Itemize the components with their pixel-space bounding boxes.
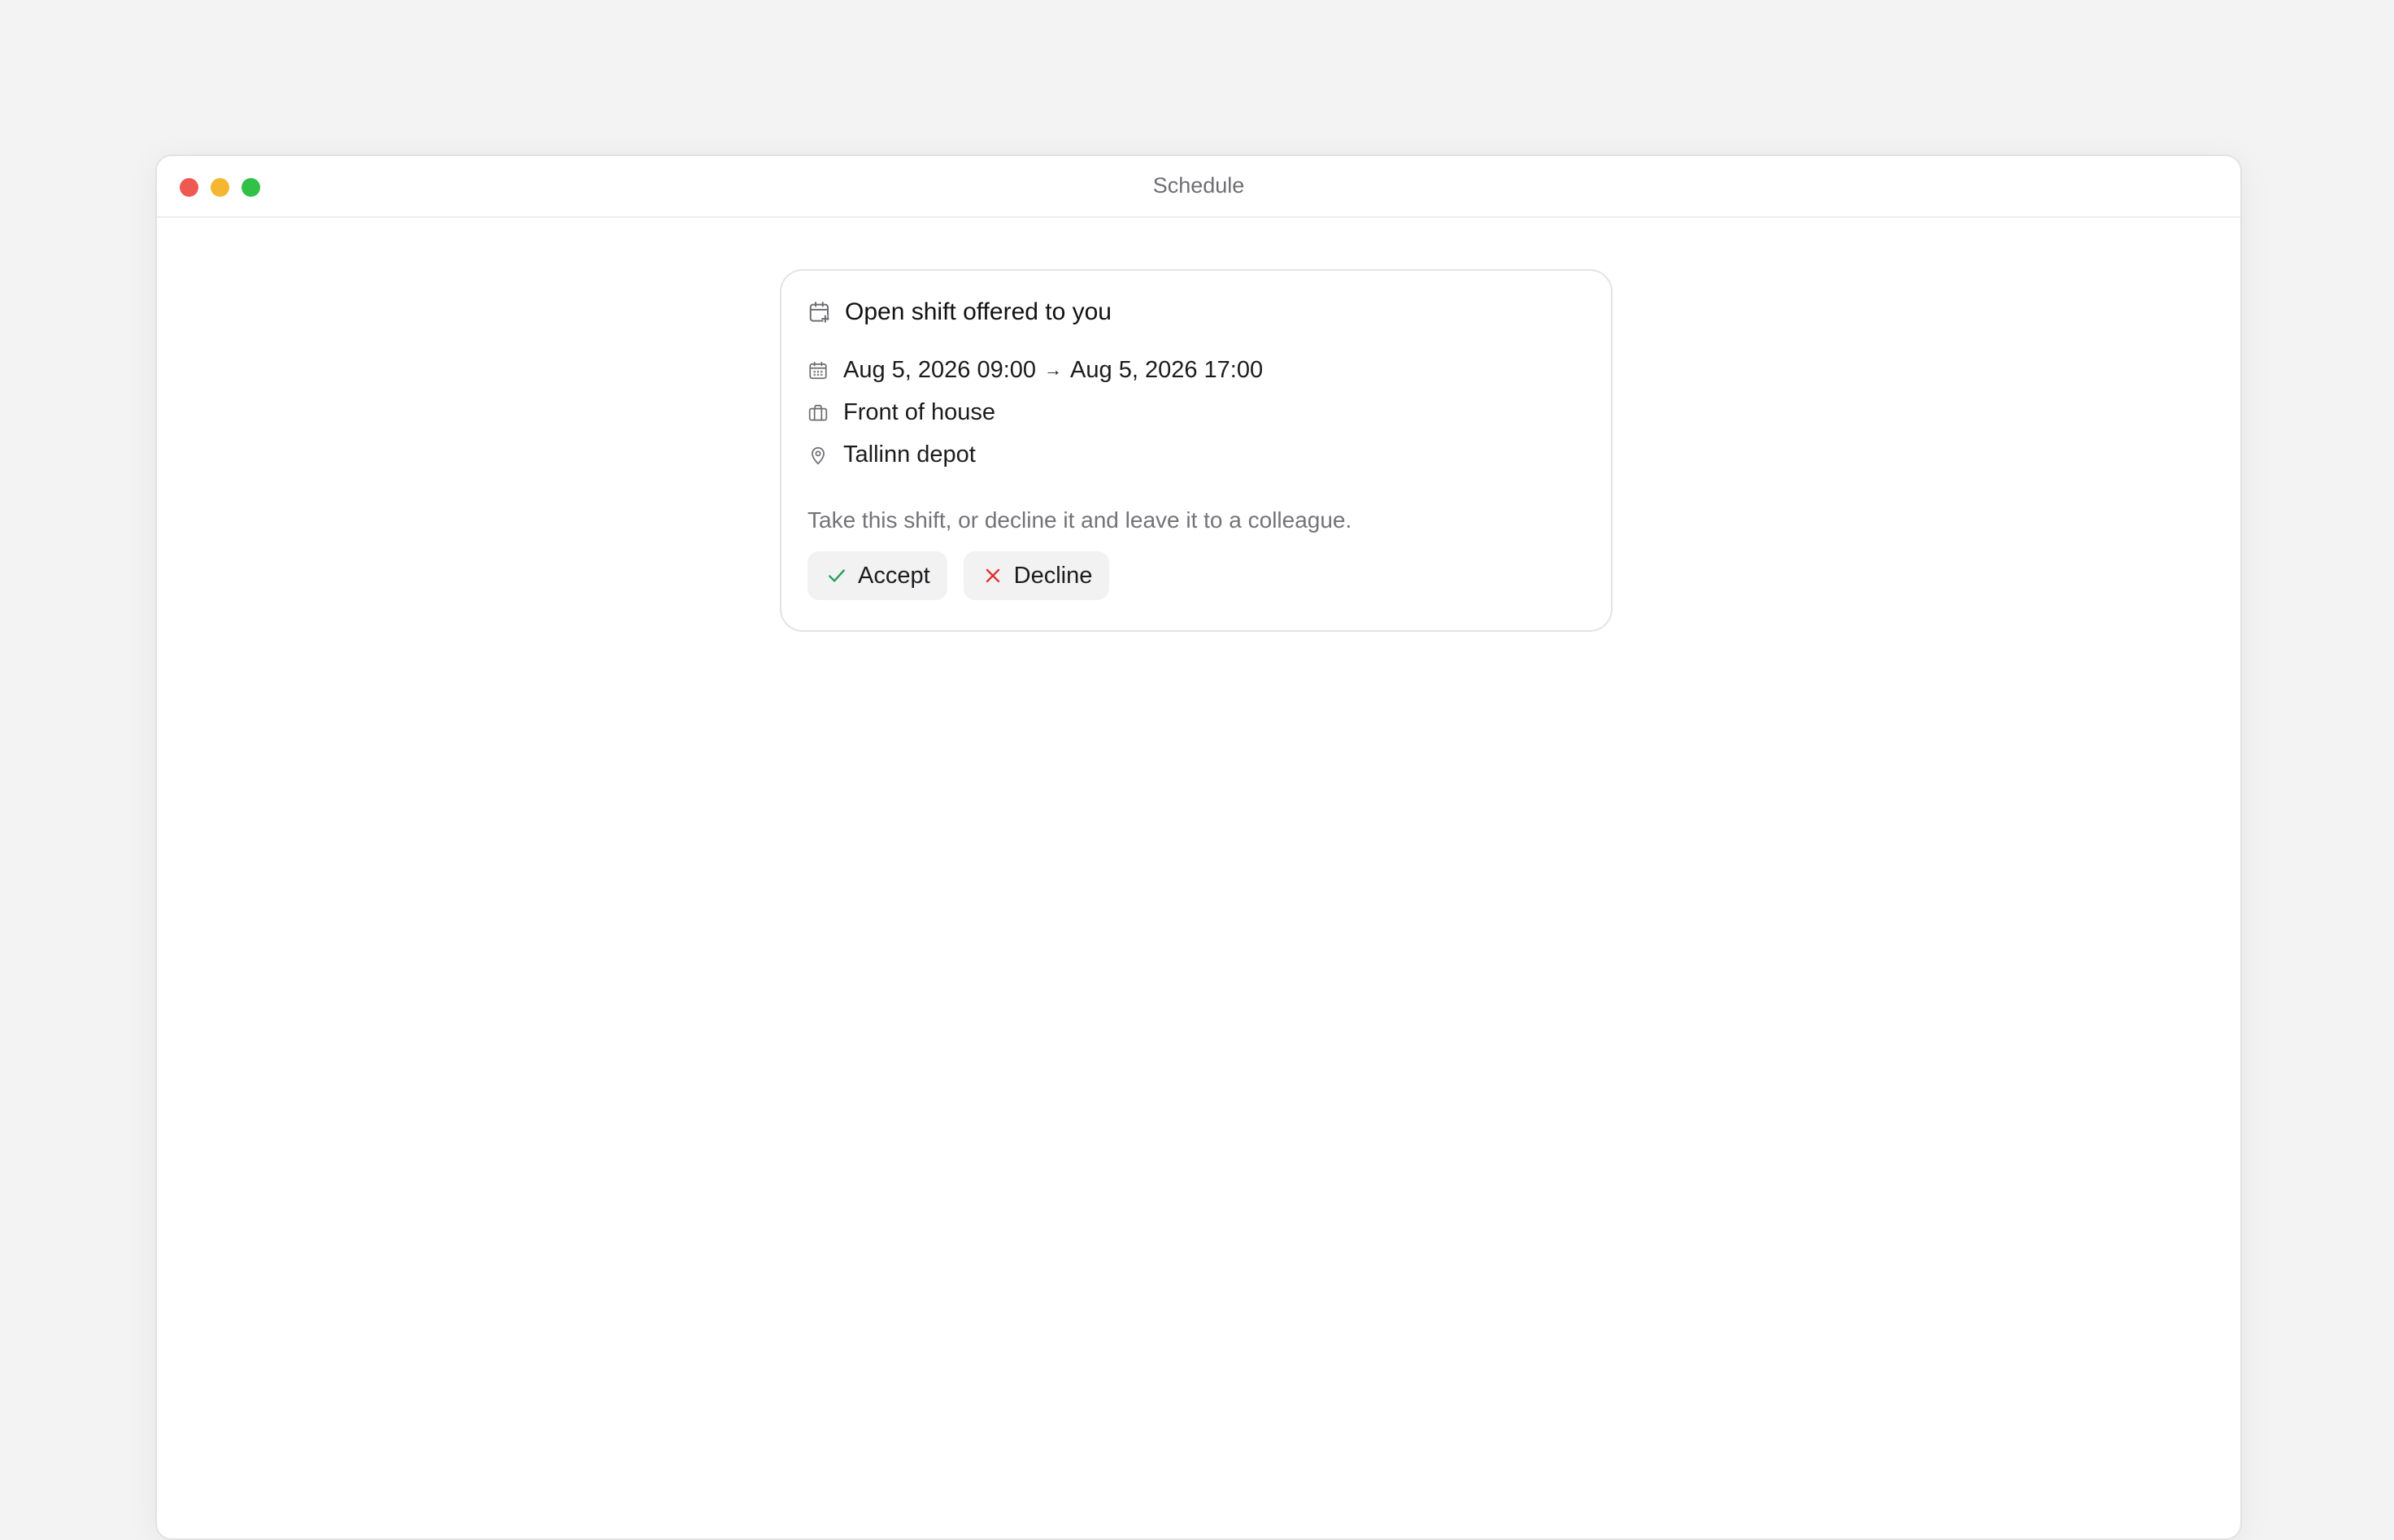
shift-role: Front of house — [843, 399, 995, 425]
shift-offer-description: Take this shift, or decline it and leave… — [807, 507, 1352, 533]
decline-button[interactable]: Decline — [963, 551, 1110, 600]
shift-offer-actions: Accept Decline — [807, 551, 1110, 600]
accept-button[interactable]: Accept — [807, 551, 947, 600]
shift-end: Aug 5, 2026 17:00 — [1070, 357, 1264, 383]
calendar-plus-icon — [807, 300, 832, 324]
window-title: Schedule — [1152, 173, 1245, 198]
card-header: Open shift offered to you — [807, 298, 1112, 326]
checkmark-icon — [825, 564, 848, 587]
close-x-icon — [982, 564, 1004, 587]
title-bar: Schedule — [157, 156, 2240, 218]
briefcase-icon — [807, 402, 829, 424]
shift-offer-card: Open shift offered to you Aug 5, 2026 09… — [780, 269, 1613, 632]
shift-time-range: Aug 5, 2026 09:00 → Aug 5, 2026 17:00 — [843, 357, 1263, 384]
decline-button-label: Decline — [1013, 562, 1093, 589]
shift-time-row: Aug 5, 2026 09:00 → Aug 5, 2026 17:00 — [807, 357, 1263, 384]
shift-location: Tallinn depot — [843, 442, 976, 468]
calendar-icon — [807, 360, 829, 381]
arrow-right-icon: → — [1044, 359, 1063, 380]
app-window: Schedule Open shift offered to you Aug 5… — [155, 154, 2242, 1540]
card-title: Open shift offered to you — [845, 298, 1112, 325]
shift-start: Aug 5, 2026 09:00 — [843, 357, 1037, 383]
map-pin-icon — [807, 445, 829, 466]
accept-button-label: Accept — [858, 562, 930, 589]
shift-role-row: Front of house — [807, 399, 995, 426]
shift-location-row: Tallinn depot — [807, 442, 976, 468]
